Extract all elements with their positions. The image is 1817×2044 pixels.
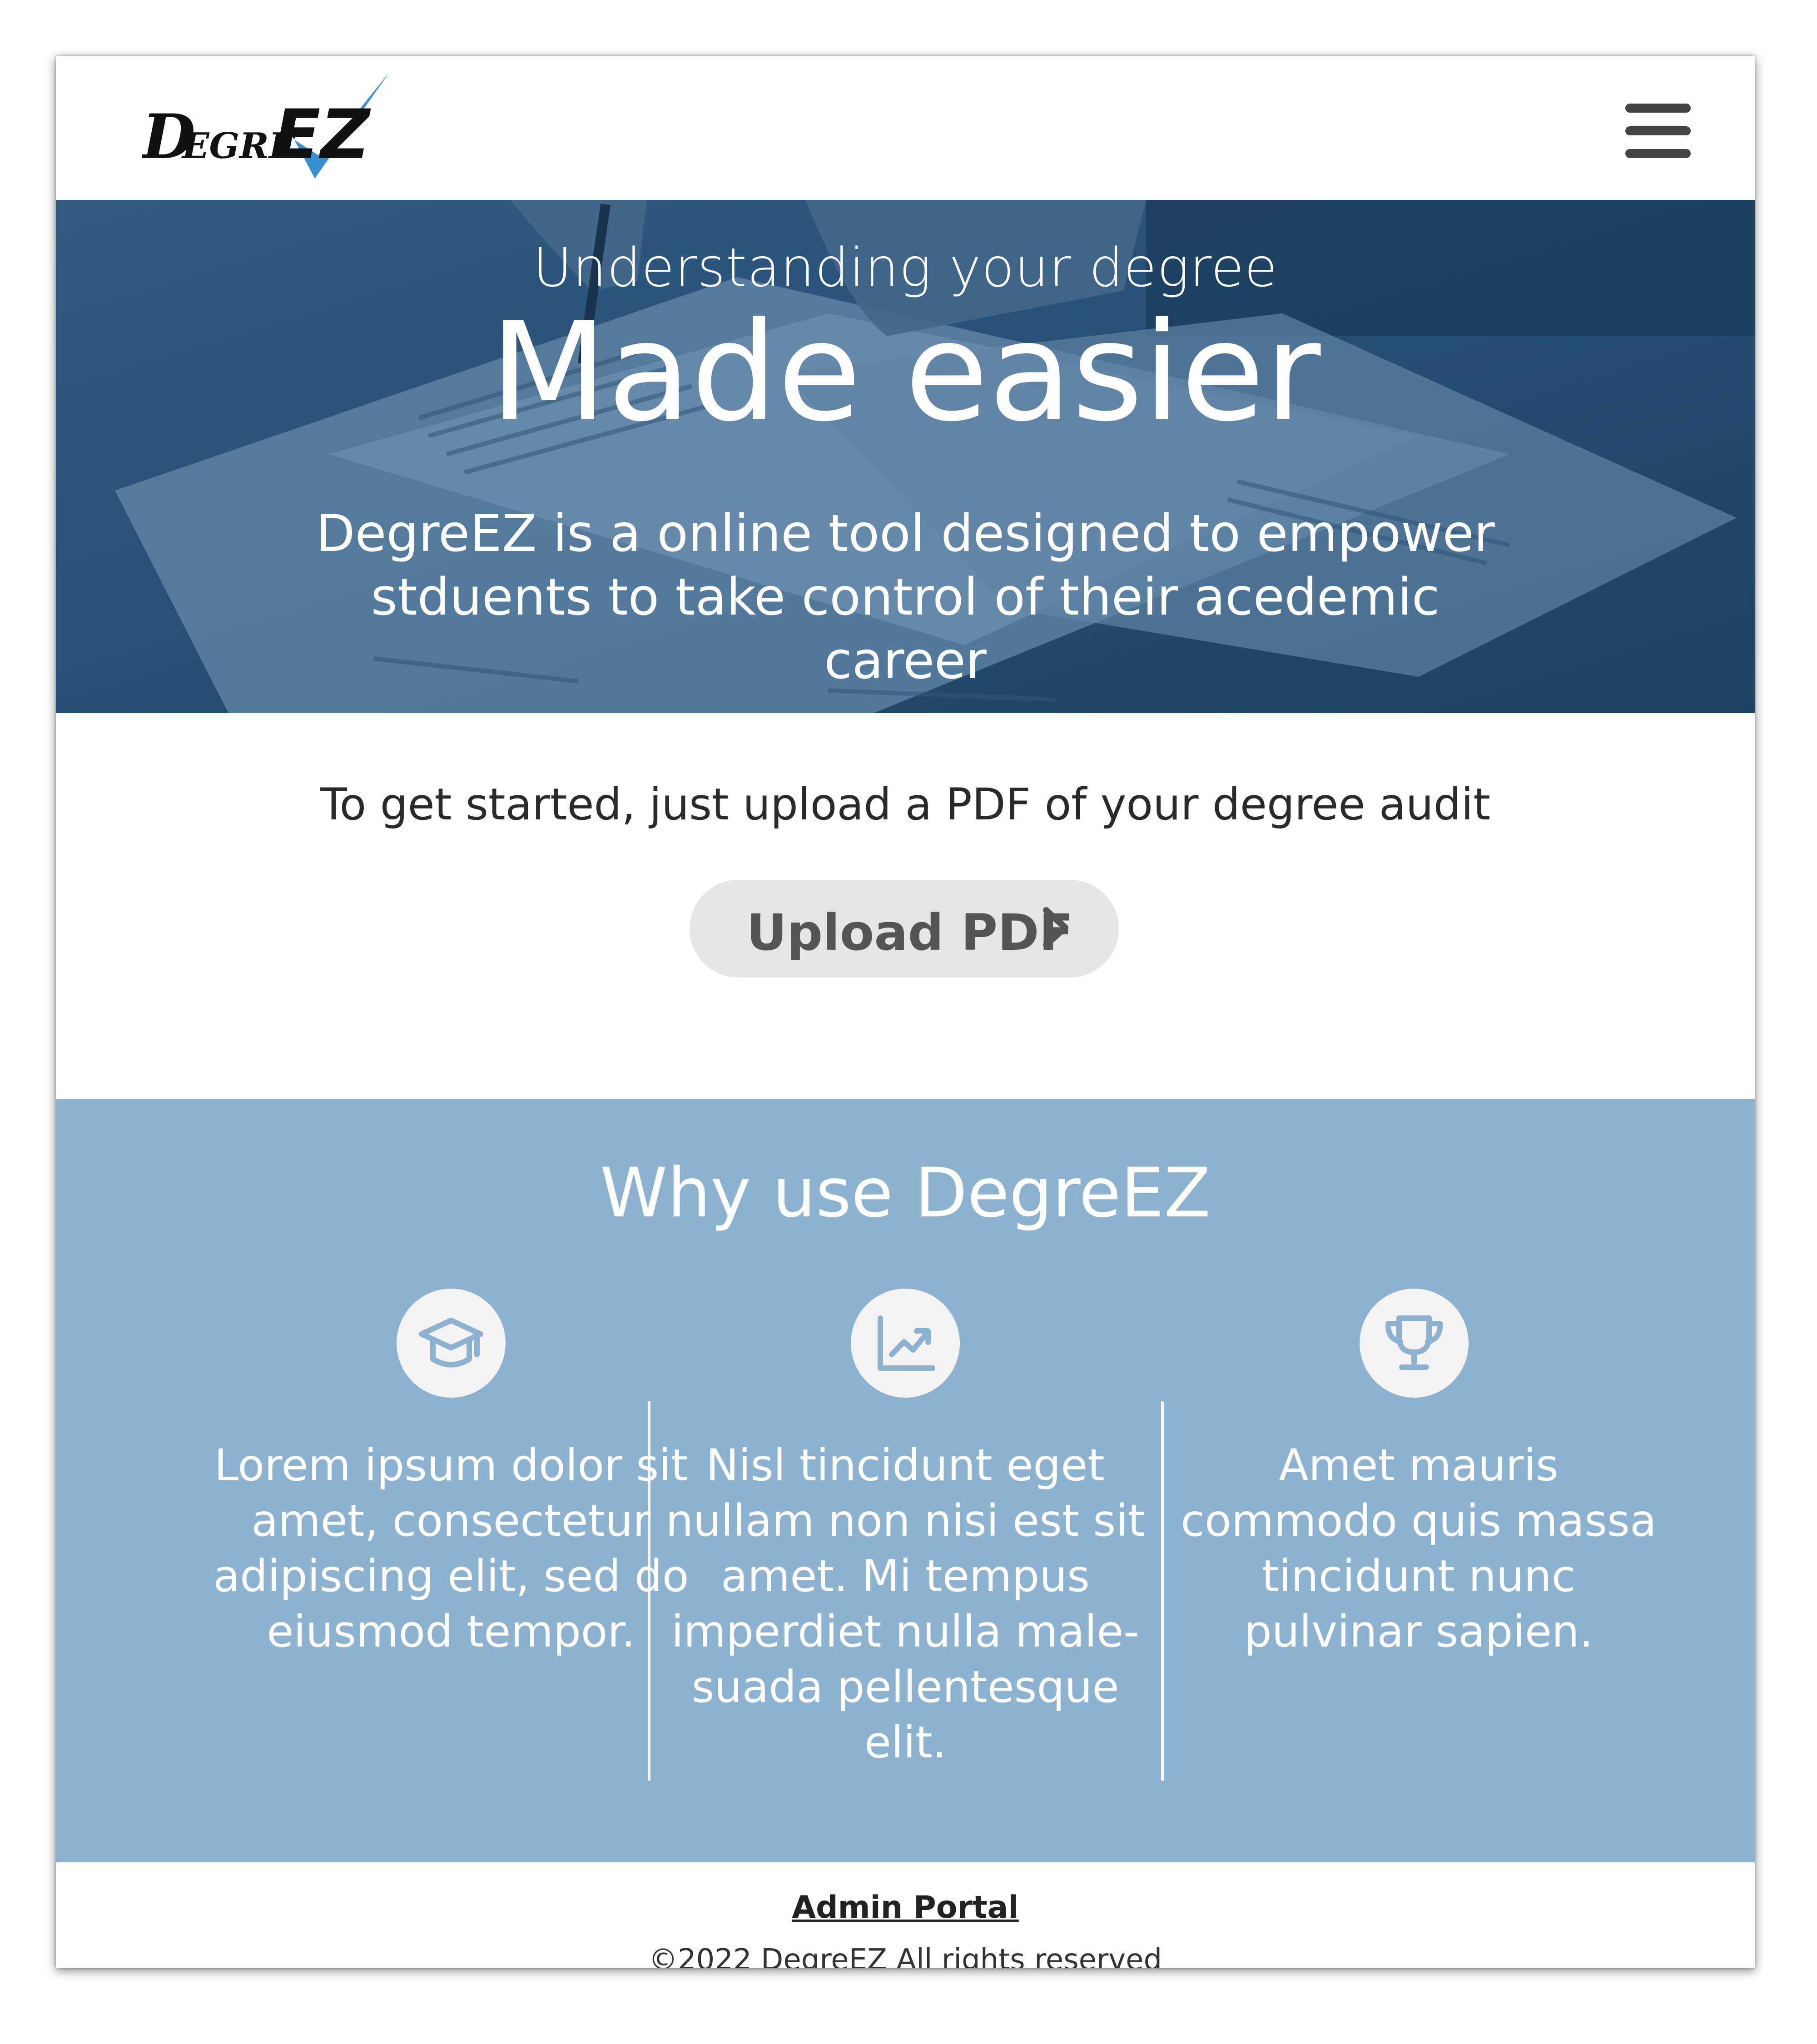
hero-eyebrow: Understanding your degree bbox=[532, 236, 1278, 299]
hero-description: DegreEZ is a online tool designed to emp… bbox=[316, 504, 1495, 690]
feature-text-1: Lorem ipsum dolor sit amet, consectetur … bbox=[213, 1440, 689, 1657]
hero-title: Made easier bbox=[490, 293, 1321, 451]
upload-prompt: To get started, just upload a PDF of you… bbox=[320, 779, 1490, 830]
site-footer: Admin Portal ©2022 DegreEZ All rights re… bbox=[56, 1862, 1755, 1968]
upload-section: To get started, just upload a PDF of you… bbox=[56, 713, 1755, 1099]
upload-pdf-button[interactable]: Upload PDF bbox=[690, 880, 1119, 977]
divider bbox=[1161, 1401, 1164, 1781]
svg-text:EZ: EZ bbox=[274, 95, 371, 174]
chevron-right-icon bbox=[1043, 907, 1068, 948]
page: D EGRE EZ Understanding your degree Made… bbox=[56, 56, 1755, 1968]
divider bbox=[648, 1401, 650, 1781]
graduation-cap-icon bbox=[397, 1289, 506, 1398]
why-section: Why use DegreEZ Lorem ipsum dolor sit am… bbox=[56, 1099, 1755, 1862]
logo[interactable]: D EGRE EZ bbox=[142, 65, 387, 192]
feature-text-2: Nisl tincidunt eget nullam non nisi est … bbox=[665, 1440, 1145, 1768]
site-header: D EGRE EZ bbox=[56, 56, 1755, 200]
chart-trend-icon bbox=[851, 1289, 960, 1398]
hero-banner: Understanding your degree Made easier De… bbox=[56, 200, 1755, 713]
admin-portal-link[interactable]: Admin Portal bbox=[56, 1890, 1755, 1925]
upload-pdf-button-label: Upload PDF bbox=[746, 903, 1073, 962]
trophy-icon bbox=[1360, 1289, 1469, 1398]
feature-text-3: Amet mauris commodo quis massa tincidunt… bbox=[1181, 1440, 1657, 1657]
copyright-text: ©2022 DegreEZ All rights reserved bbox=[648, 1943, 1162, 1968]
why-title: Why use DegreEZ bbox=[600, 1154, 1211, 1233]
hamburger-menu-icon[interactable] bbox=[1625, 104, 1693, 158]
